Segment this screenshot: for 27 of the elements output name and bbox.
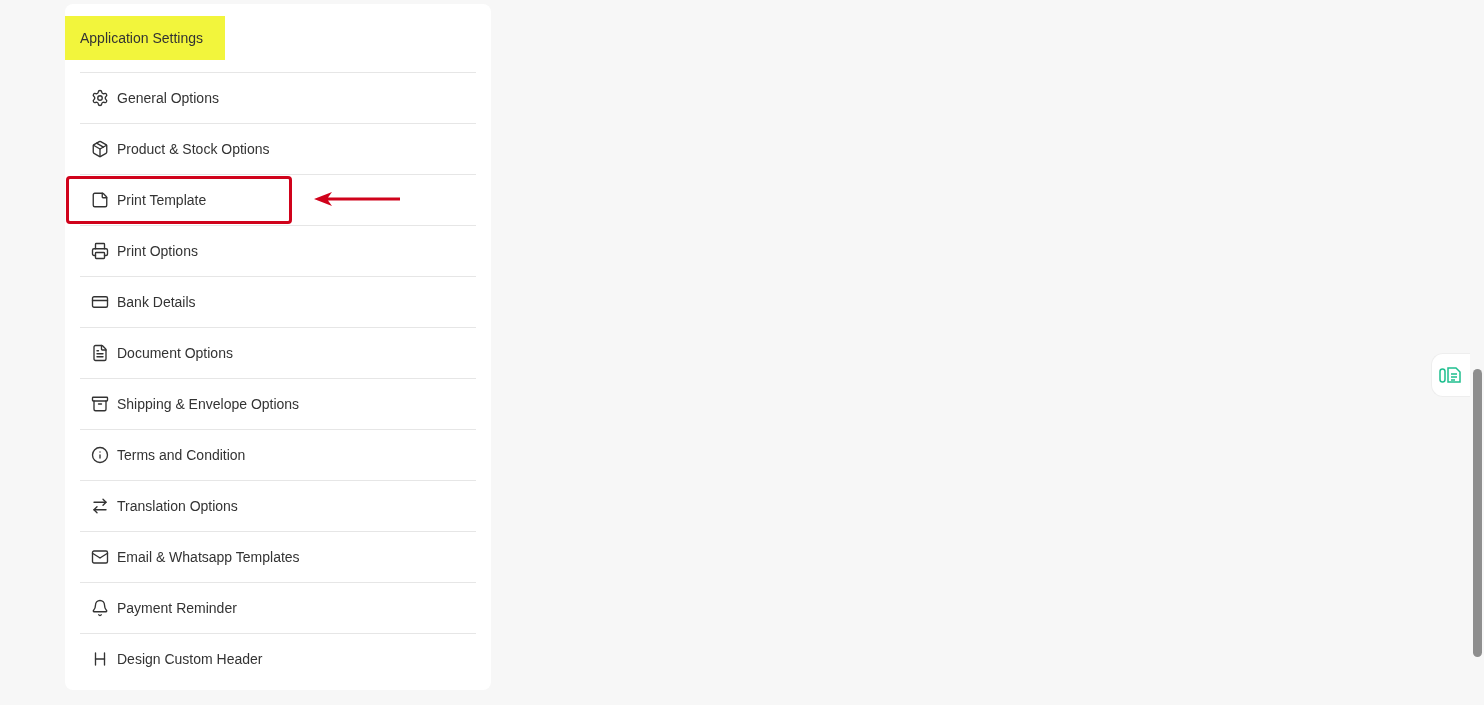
bell-icon	[91, 599, 109, 617]
settings-menu-item[interactable]: Print Template	[66, 176, 292, 224]
settings-menu-item[interactable]: Payment Reminder	[66, 584, 240, 632]
settings-menu-item[interactable]: Shipping & Envelope Options	[66, 380, 303, 428]
settings-menu-item[interactable]: Document Options	[66, 329, 236, 377]
info-icon	[91, 446, 109, 464]
document-icon	[91, 344, 109, 362]
scrollbar-thumb[interactable]	[1473, 369, 1482, 657]
note-icon	[91, 191, 109, 209]
envelope-icon	[91, 548, 109, 566]
document-pen-icon	[1439, 366, 1463, 384]
storage-box-icon	[91, 395, 109, 413]
settings-title: Application Settings	[65, 16, 225, 60]
card-icon	[91, 293, 109, 311]
settings-menu-item[interactable]: Design Custom Header	[66, 635, 266, 683]
settings-menu-item[interactable]: Print Options	[66, 227, 201, 275]
box-icon	[91, 140, 109, 158]
settings-menu-item[interactable]: Email & Whatsapp Templates	[66, 533, 303, 581]
settings-menu-item[interactable]: Product & Stock Options	[66, 125, 273, 173]
settings-menu-item[interactable]: General Options	[66, 74, 222, 122]
settings-menu-item[interactable]: Translation Options	[66, 482, 241, 530]
gear-icon	[91, 89, 109, 107]
printer-icon	[91, 242, 109, 260]
settings-menu-item[interactable]: Terms and Condition	[66, 431, 249, 479]
swap-arrows-icon	[91, 497, 109, 515]
settings-menu-item[interactable]: Bank Details	[66, 278, 199, 326]
document-tool-button[interactable]	[1431, 353, 1470, 397]
